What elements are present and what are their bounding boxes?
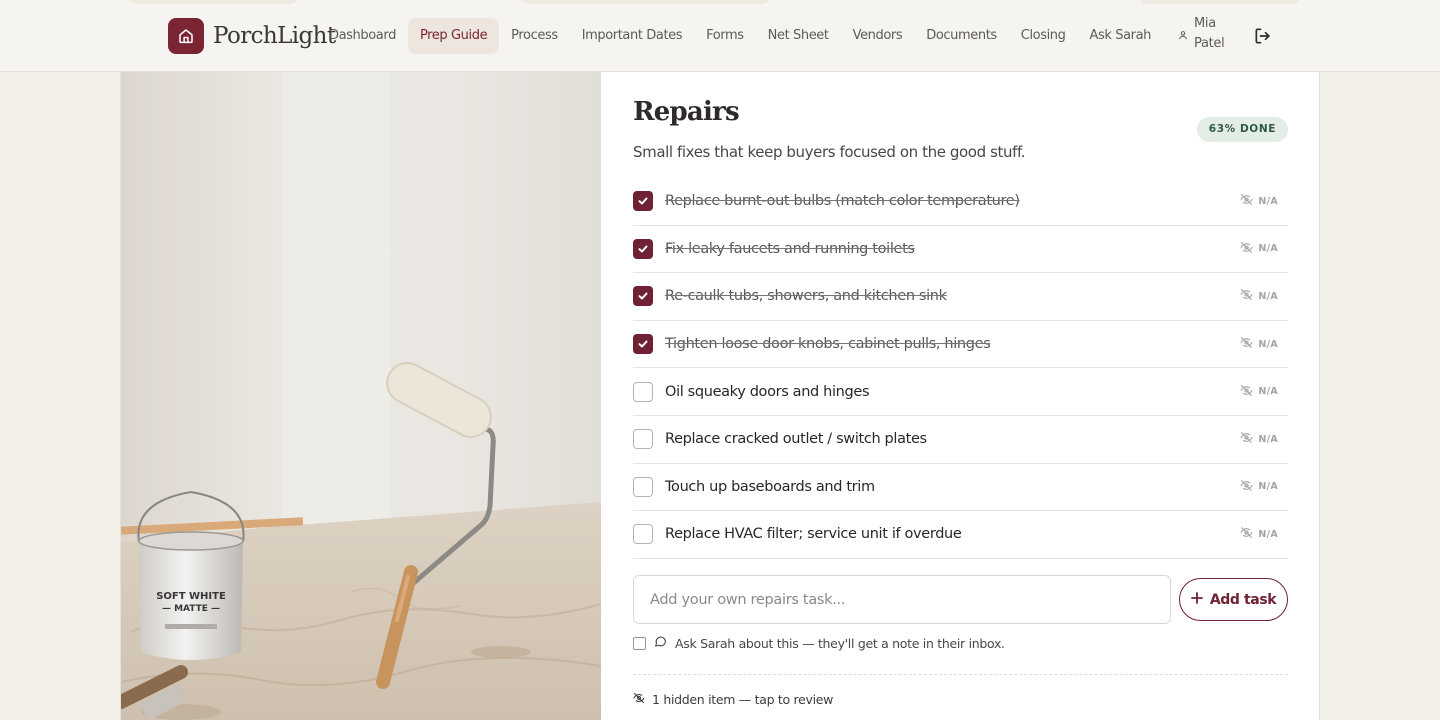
task-list: Replace burnt-out bulbs (match color tem… bbox=[633, 178, 1288, 559]
mark-not-applicable-button[interactable]: N/A bbox=[1240, 288, 1278, 304]
nav-item-vendors[interactable]: Vendors bbox=[841, 18, 915, 54]
brand-home-link[interactable]: PorchLight bbox=[168, 18, 336, 54]
task-checkbox[interactable] bbox=[633, 429, 653, 450]
nav-item-dashboard[interactable]: Dashboard bbox=[317, 18, 408, 54]
eye-off-icon bbox=[1240, 479, 1253, 495]
task-checkbox[interactable] bbox=[633, 286, 653, 307]
task-checkbox[interactable] bbox=[633, 191, 653, 212]
scrolled-content-fade bbox=[1140, 0, 1300, 4]
divider bbox=[633, 674, 1288, 675]
top-navigation-bar: PorchLight Dashboard Prep Guide Process Imp… bbox=[0, 0, 1440, 72]
hidden-items-label: 1 hidden item — tap to review bbox=[652, 692, 834, 707]
chat-bubble-icon bbox=[654, 635, 667, 651]
main-nav: Dashboard Prep Guide Process Important Date… bbox=[317, 18, 1163, 54]
paint-can-label: SOFT WHITE bbox=[156, 591, 226, 602]
user-icon bbox=[1178, 25, 1188, 44]
ask-sarah-label: Ask Sarah about this — they'll get a not… bbox=[675, 635, 1005, 651]
logout-icon[interactable] bbox=[1253, 26, 1273, 46]
na-label: N/A bbox=[1258, 481, 1278, 493]
hidden-items-toggle[interactable]: 1 hidden item — tap to review bbox=[633, 692, 833, 707]
eye-off-icon bbox=[1240, 288, 1253, 304]
ask-sarah-checkbox[interactable] bbox=[633, 636, 646, 650]
nav-item-important-dates[interactable]: Important Dates bbox=[570, 18, 694, 54]
task-row: Replace HVAC filter; service unit if ove… bbox=[633, 511, 1288, 559]
task-checkbox[interactable] bbox=[633, 381, 653, 402]
task-label: Replace burnt-out bulbs (match color tem… bbox=[665, 193, 1020, 210]
task-row: Oil squeaky doors and hinges N/A bbox=[633, 368, 1288, 416]
nav-item-prep-guide[interactable]: Prep Guide bbox=[407, 18, 500, 54]
task-row: Replace burnt-out bulbs (match color tem… bbox=[633, 178, 1288, 226]
mark-not-applicable-button[interactable]: N/A bbox=[1240, 241, 1278, 257]
nav-item-closing[interactable]: Closing bbox=[1009, 18, 1078, 54]
user-menu[interactable]: Mia Patel bbox=[1178, 14, 1234, 54]
nav-item-documents[interactable]: Documents bbox=[914, 18, 1009, 54]
eye-off-icon bbox=[1240, 336, 1253, 352]
mark-not-applicable-button[interactable]: N/A bbox=[1240, 526, 1278, 542]
task-checkbox[interactable] bbox=[633, 476, 653, 497]
nav-item-forms[interactable]: Forms bbox=[694, 18, 756, 54]
task-label: Oil squeaky doors and hinges bbox=[665, 383, 870, 400]
add-task-button[interactable]: Add task bbox=[1179, 578, 1288, 621]
task-label: Tighten loose door knobs, cabinet pulls,… bbox=[665, 336, 991, 353]
na-label: N/A bbox=[1258, 338, 1278, 350]
scrolled-content-fade bbox=[520, 0, 770, 4]
na-label: N/A bbox=[1258, 386, 1278, 398]
section-subtitle: Small fixes that keep buyers focused on … bbox=[633, 143, 1026, 161]
mark-not-applicable-button[interactable]: N/A bbox=[1240, 431, 1278, 447]
task-row: Touch up baseboards and trim N/A bbox=[633, 464, 1288, 512]
task-label: Re-caulk tubs, showers, and kitchen sink bbox=[665, 288, 947, 305]
na-label: N/A bbox=[1258, 243, 1278, 255]
mark-not-applicable-button[interactable]: N/A bbox=[1240, 336, 1278, 352]
mark-not-applicable-button[interactable]: N/A bbox=[1240, 479, 1278, 495]
task-label: Touch up baseboards and trim bbox=[665, 478, 875, 495]
add-task-button-label: Add task bbox=[1209, 591, 1277, 608]
task-checkbox[interactable] bbox=[633, 524, 653, 545]
nav-item-process[interactable]: Process bbox=[499, 18, 570, 54]
task-row: Replace cracked outlet / switch plates N/… bbox=[633, 416, 1288, 464]
user-name: Mia Patel bbox=[1194, 16, 1225, 51]
add-task-input[interactable] bbox=[633, 575, 1171, 624]
mark-not-applicable-button[interactable]: N/A bbox=[1240, 193, 1278, 209]
eye-off-icon bbox=[1240, 384, 1253, 400]
na-label: N/A bbox=[1258, 528, 1278, 540]
eye-off-icon bbox=[1240, 241, 1253, 257]
eye-off-icon bbox=[1240, 431, 1253, 447]
task-label: Fix leaky faucets and running toilets bbox=[665, 240, 915, 257]
nav-item-ask-sarah[interactable]: Ask Sarah bbox=[1078, 18, 1164, 54]
task-row: Fix leaky faucets and running toilets N/A bbox=[633, 226, 1288, 274]
house-icon bbox=[168, 18, 204, 54]
prep-guide-card: SOFT WHITE — MATTE — Repairs Small fixes… bbox=[120, 72, 1320, 720]
mark-not-applicable-button[interactable]: N/A bbox=[1240, 384, 1278, 400]
na-label: N/A bbox=[1258, 195, 1278, 207]
progress-badge: 63% DONE bbox=[1196, 117, 1288, 142]
repairs-photo: SOFT WHITE — MATTE — bbox=[121, 72, 601, 720]
eye-off-icon bbox=[1240, 193, 1253, 209]
task-label: Replace cracked outlet / switch plates bbox=[665, 431, 927, 448]
section-title: Repairs bbox=[633, 97, 740, 127]
plus-icon bbox=[1190, 591, 1203, 608]
nav-item-net-sheet[interactable]: Net Sheet bbox=[756, 18, 841, 54]
task-checkbox[interactable] bbox=[633, 238, 653, 259]
task-row: Tighten loose door knobs, cabinet pulls,… bbox=[633, 321, 1288, 369]
scrolled-content-fade bbox=[128, 0, 298, 4]
eye-off-icon bbox=[1240, 526, 1253, 542]
eye-off-icon bbox=[633, 692, 645, 707]
task-row: Re-caulk tubs, showers, and kitchen sink… bbox=[633, 273, 1288, 321]
paint-can-label: — MATTE — bbox=[162, 604, 220, 614]
task-label: Replace HVAC filter; service unit if ove… bbox=[665, 526, 962, 543]
ask-sarah-option[interactable]: Ask Sarah about this — they'll get a not… bbox=[633, 635, 1005, 651]
na-label: N/A bbox=[1258, 290, 1278, 302]
task-checkbox[interactable] bbox=[633, 334, 653, 355]
na-label: N/A bbox=[1258, 433, 1278, 445]
